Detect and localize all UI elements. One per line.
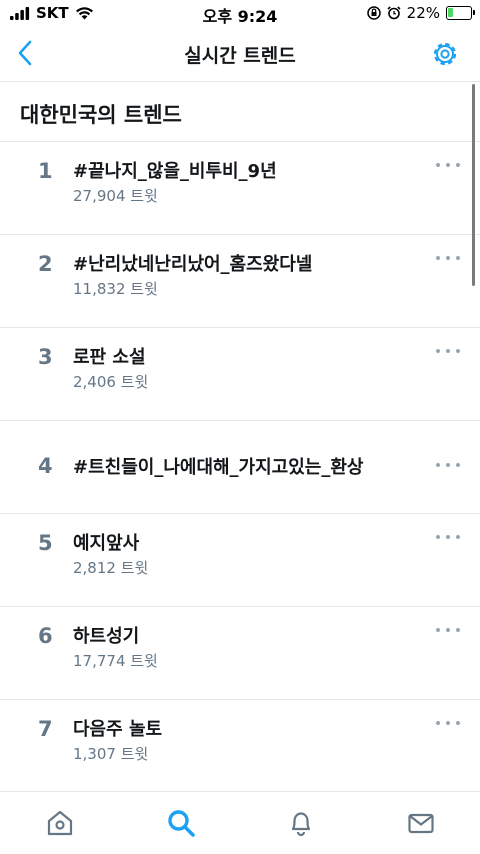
alarm-icon [387,6,401,20]
tab-notifications[interactable] [286,808,316,838]
dot [436,463,440,467]
trend-tweet-count: 11,832 트윗 [73,280,158,298]
trend-item[interactable]: 3 로판 소설 2,406 트윗 [0,328,480,421]
more-options-button[interactable] [436,623,460,637]
dot [456,628,460,632]
dot [446,721,450,725]
trend-item[interactable]: 7 다음주 놀토 1,307 트윗 [0,700,480,793]
trend-item[interactable]: 2 #난리났네난리났어_홈즈왔다넬 11,832 트윗 [0,235,480,328]
trend-rank: 4 [38,454,53,478]
search-icon [168,810,195,837]
more-options-button[interactable] [436,458,460,472]
more-options-button[interactable] [436,344,460,358]
trend-item[interactable]: 6 하트성기 17,774 트윗 [0,607,480,700]
navigation-bar: 실시간 트렌드 [0,26,480,82]
dot [456,163,460,167]
dot [436,628,440,632]
dot [446,535,450,539]
page-title: 실시간 트렌드 [184,45,296,67]
chevron-left-icon [18,40,32,66]
dot [456,535,460,539]
trend-rank: 3 [38,345,53,369]
trend-name: 하트성기 [73,626,140,647]
dot [456,463,460,467]
dot [436,349,440,353]
scrollbar[interactable] [472,84,475,286]
more-options-button[interactable] [436,158,460,172]
battery-percent: 22% [406,4,440,22]
trend-rank: 5 [38,531,53,555]
battery-icon [446,6,475,20]
dot [446,256,450,260]
dot [446,628,450,632]
more-options-button[interactable] [436,251,460,265]
more-options-button[interactable] [436,530,460,544]
tab-search[interactable] [166,808,196,838]
notifications-icon [291,812,311,837]
trend-item[interactable]: 4 #트친들이_나에대해_가지고있는_환상 [0,421,480,514]
tab-messages[interactable] [406,808,436,838]
trend-list: 1 #끝나지_않을_비투비_9년 27,904 트윗 2 #난리났네난리났어_홈… [0,142,480,793]
trend-name: #끝나지_않을_비투비_9년 [73,161,277,182]
trend-tweet-count: 27,904 트윗 [73,187,158,205]
trend-tweet-count: 1,307 트윗 [73,745,149,763]
trend-name: 로판 소설 [73,347,146,368]
home-icon [47,810,73,836]
section-title: 대한민국의 트렌드 [20,103,182,127]
trend-rank: 2 [38,252,53,276]
trend-rank: 1 [38,159,53,183]
trend-item[interactable]: 5 예지앞사 2,812 트윗 [0,514,480,607]
messages-icon [408,813,434,834]
dot [446,349,450,353]
dot [436,256,440,260]
tab-bar [0,791,480,854]
trend-tweet-count: 17,774 트윗 [73,652,158,670]
status-right: 22% [366,4,475,22]
section-header: 대한민국의 트렌드 [0,82,480,142]
dot [446,463,450,467]
trend-name: 다음주 놀토 [73,719,163,740]
trend-rank: 6 [38,624,53,648]
gear-icon [433,42,457,66]
more-options-button[interactable] [436,716,460,730]
dot [456,721,460,725]
trend-name: 예지앞사 [73,533,140,554]
back-button[interactable] [12,38,40,68]
trend-rank: 7 [38,717,53,741]
trend-tweet-count: 2,812 트윗 [73,559,149,577]
dot [456,349,460,353]
status-bar: SKT 오후 9:24 22% [0,0,480,26]
trend-item[interactable]: 1 #끝나지_않을_비투비_9년 27,904 트윗 [0,142,480,235]
dot [456,256,460,260]
battery-level-fill [448,8,453,17]
dot [446,163,450,167]
trend-name: #난리났네난리났어_홈즈왔다넬 [73,254,313,275]
trend-name: #트친들이_나에대해_가지고있는_환상 [73,457,364,478]
tab-home[interactable] [45,808,75,838]
dot [436,721,440,725]
dot [436,535,440,539]
trend-tweet-count: 2,406 트윗 [73,373,149,391]
settings-button[interactable] [430,39,460,69]
dot [436,163,440,167]
orientation-lock-icon [366,6,381,20]
